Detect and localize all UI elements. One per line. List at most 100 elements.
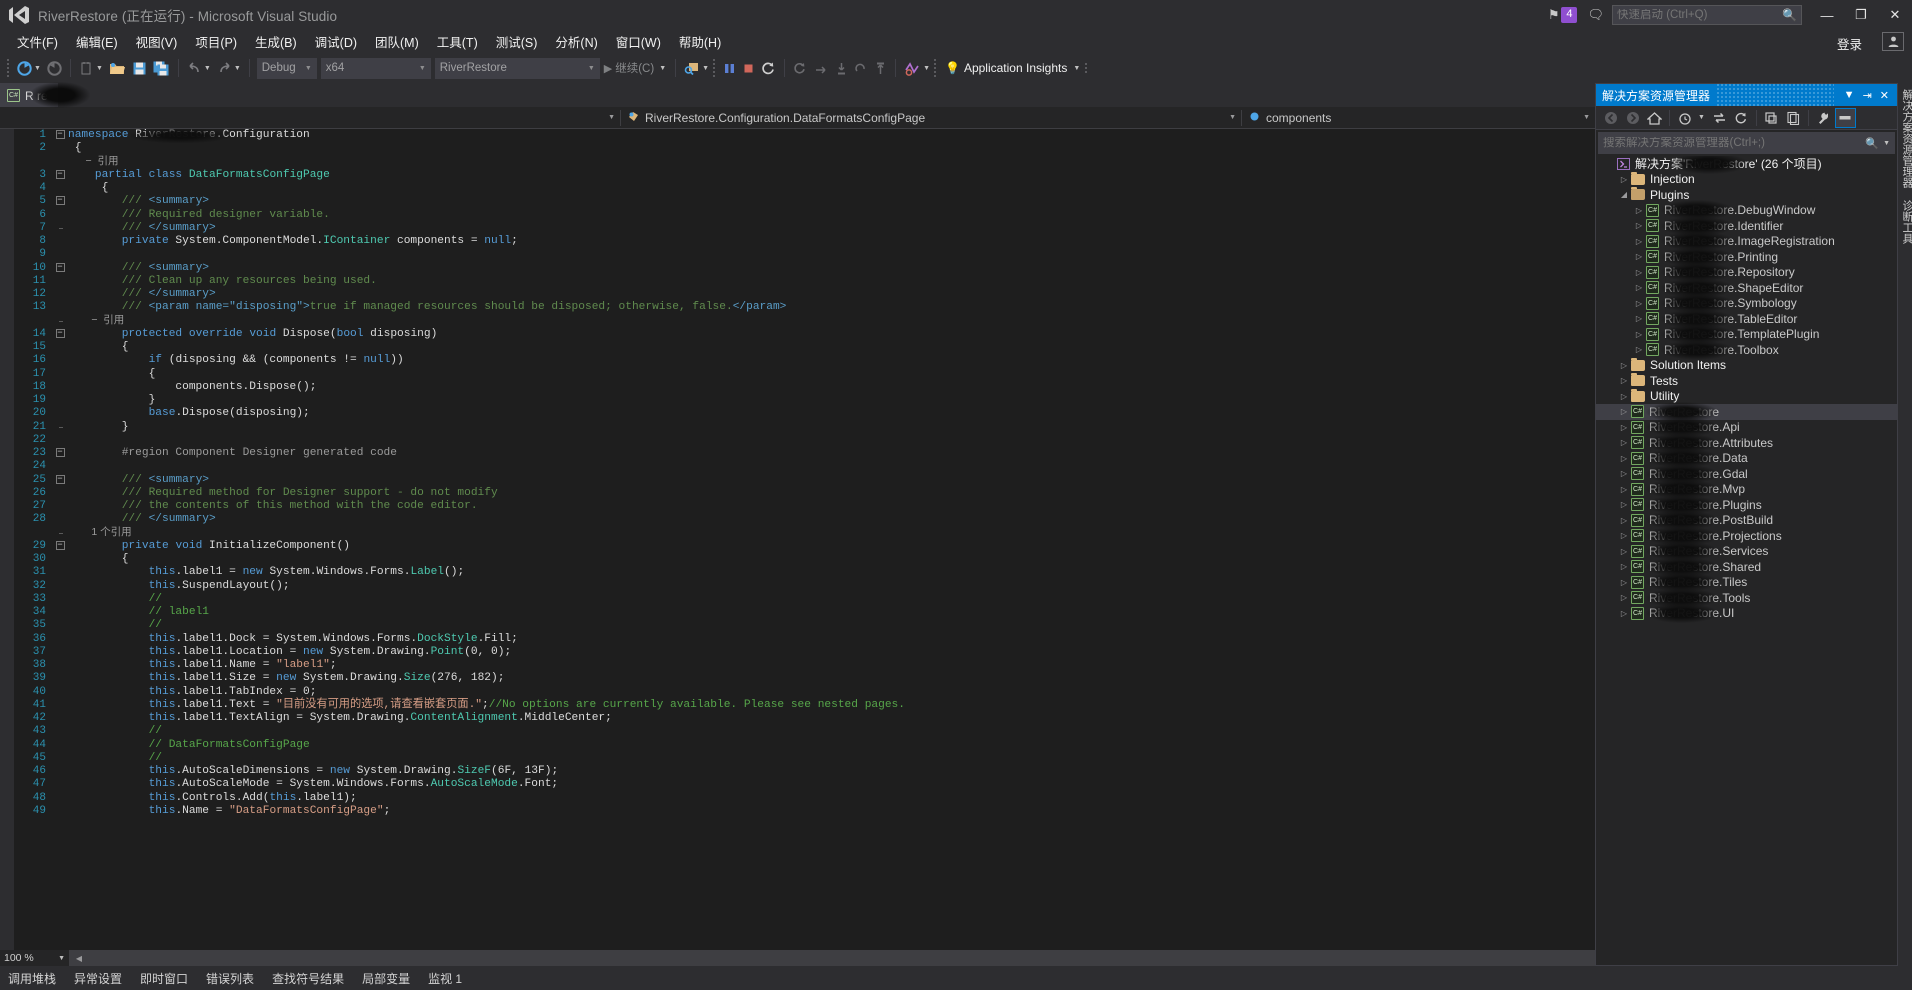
expand-arrow-icon[interactable]: ▷ <box>1617 609 1631 618</box>
expand-arrow-icon[interactable]: ▷ <box>1632 345 1646 354</box>
collapse-icon[interactable]: − <box>55 130 65 139</box>
step-into-button[interactable] <box>832 56 851 80</box>
nav-project-dropdown[interactable]: ▼ <box>0 107 620 129</box>
tree-item[interactable]: ▷ C# RiverRestore.UI <box>1596 603 1897 624</box>
tree-item[interactable]: ◢ Plugins <box>1596 187 1897 203</box>
tree-item[interactable]: ▷ C# RiverRestore.Gdal <box>1596 463 1897 484</box>
expand-arrow-icon[interactable]: ▷ <box>1632 206 1646 215</box>
tree-item[interactable]: ▷ C# RiverRestore.Data <box>1596 448 1897 469</box>
nav-member-dropdown[interactable]: components ▼ <box>1242 107 1595 129</box>
stop-debugging-button[interactable] <box>739 56 758 80</box>
expand-arrow-icon[interactable]: ▷ <box>1632 283 1646 292</box>
tree-item[interactable]: ▷ C# RiverRestore.Attributes <box>1596 432 1897 453</box>
chevron-down-icon[interactable]: ▼ <box>1883 140 1890 147</box>
tab-watch-1[interactable]: 监视 1 <box>428 970 462 987</box>
editor-zoom-control[interactable]: 100 % ▼ <box>0 950 70 966</box>
menu-debug[interactable]: 调试(D) <box>306 30 366 53</box>
home-icon[interactable] <box>1644 108 1665 128</box>
tree-item[interactable]: ▷ C# RiverRestore.Printing <box>1596 246 1897 267</box>
chevron-down-icon[interactable]: ▼ <box>1229 114 1236 121</box>
collapse-all-icon[interactable] <box>1761 108 1782 128</box>
expand-arrow-icon[interactable]: ▷ <box>1617 547 1631 556</box>
tab-exception-settings[interactable]: 异常设置 <box>74 970 122 987</box>
expand-arrow-icon[interactable]: ▷ <box>1632 268 1646 277</box>
restart-button[interactable] <box>758 56 779 80</box>
show-all-files-icon[interactable] <box>1783 108 1804 128</box>
tree-item[interactable]: ▷ C# RiverRestore <box>1596 401 1897 422</box>
quick-launch-input[interactable] <box>1617 9 1783 21</box>
chevron-down-icon[interactable]: ▼ <box>608 114 615 121</box>
tree-item[interactable]: ▷ C# RiverRestore.ShapeEditor <box>1596 277 1897 298</box>
expand-arrow-icon[interactable]: ▷ <box>1632 252 1646 261</box>
send-feedback-icon[interactable]: 🗨 <box>1587 7 1604 23</box>
tree-item[interactable]: ▷ Tests <box>1596 373 1897 389</box>
tab-call-stack[interactable]: 调用堆栈 <box>8 970 56 987</box>
step-up-button[interactable] <box>871 56 890 80</box>
outlining-margin[interactable]: − <box>52 540 68 553</box>
chevron-down-icon[interactable]: ▼ <box>58 955 65 962</box>
redo-button[interactable]: ▼ <box>214 56 244 80</box>
expand-arrow-icon[interactable]: ▷ <box>1617 376 1631 385</box>
sign-in-button[interactable]: 登录 <box>1831 32 1868 55</box>
chevron-down-icon[interactable]: ▼ <box>96 65 103 72</box>
expand-arrow-icon[interactable]: ▷ <box>1617 175 1631 184</box>
tree-item[interactable]: ▷ C# RiverRestore.Tiles <box>1596 572 1897 593</box>
collapse-icon[interactable]: − <box>55 474 65 484</box>
expand-arrow-icon[interactable]: ▷ <box>1632 314 1646 323</box>
restore-button[interactable]: ❐ <box>1844 2 1878 28</box>
tree-item[interactable]: ▷ C# RiverRestore.TemplatePlugin <box>1596 324 1897 345</box>
title-drag-dots[interactable] <box>1716 84 1834 106</box>
minimize-button[interactable]: — <box>1810 2 1844 28</box>
tree-item[interactable]: ▷ C# RiverRestore.TableEditor <box>1596 308 1897 329</box>
editor-horizontal-scrollbar[interactable] <box>0 950 1595 966</box>
tree-item[interactable]: ▷ C# RiverRestore.Plugins <box>1596 494 1897 515</box>
pin-icon[interactable]: ⇥ <box>1859 89 1876 102</box>
menu-test[interactable]: 测试(S) <box>487 30 547 53</box>
expand-arrow-icon[interactable]: ▷ <box>1617 578 1631 587</box>
break-all-button[interactable] <box>720 56 739 80</box>
document-tab-designer-cs[interactable]: C# R re <box>0 82 90 108</box>
toolbar-grip[interactable] <box>712 59 718 77</box>
continue-button[interactable]: ▶ 继续(C) ▼ <box>600 60 670 76</box>
collapse-icon[interactable]: − <box>55 540 65 550</box>
open-file-button[interactable] <box>106 56 129 80</box>
menu-build[interactable]: 生成(B) <box>246 30 306 53</box>
expand-arrow-icon[interactable]: ▷ <box>1617 423 1631 432</box>
expand-arrow-icon[interactable]: ▷ <box>1617 438 1631 447</box>
chevron-down-icon[interactable]: ▼ <box>305 65 312 72</box>
solution-configuration-combo[interactable]: Debug ▼ <box>256 57 317 79</box>
back-icon[interactable] <box>1600 108 1621 128</box>
navigate-forward-button[interactable] <box>44 56 65 80</box>
chevron-down-icon[interactable]: ▼ <box>659 65 666 72</box>
expand-arrow-icon[interactable]: ▷ <box>1632 237 1646 246</box>
outlining-margin[interactable]: − <box>52 262 68 275</box>
tree-item[interactable]: ▷ C# RiverRestore.Toolbox <box>1596 339 1897 360</box>
chevron-down-icon[interactable]: ▼ <box>702 65 709 72</box>
application-insights-button[interactable]: 💡 Application Insights ▼ <box>941 61 1084 75</box>
docked-tab-solution-explorer[interactable]: 解决方案资源管理器 <box>1898 83 1912 194</box>
tab-error-list[interactable]: 错误列表 <box>206 970 254 987</box>
docked-tab-diagnostic-tools[interactable]: 诊断工具 <box>1898 194 1912 250</box>
tree-item[interactable]: ▷ C# RiverRestore.PostBuild <box>1596 510 1897 531</box>
menu-project[interactable]: 项目(P) <box>186 30 246 53</box>
close-button[interactable]: ✕ <box>1878 2 1912 28</box>
outlining-margin[interactable]: − <box>52 169 68 182</box>
tree-item[interactable]: ▷ C# RiverRestore.Symbology <box>1596 293 1897 314</box>
expand-arrow-icon[interactable]: ▷ <box>1617 500 1631 509</box>
tree-item[interactable]: ▷ Utility <box>1596 388 1897 405</box>
expand-arrow-icon[interactable]: ▷ <box>1632 299 1646 308</box>
save-button[interactable] <box>129 56 150 80</box>
code-editor[interactable]: 1− namespace RiverRestore .Configuration 2 … <box>0 129 1595 966</box>
collapse-icon[interactable]: − <box>55 328 65 338</box>
refresh-icon[interactable] <box>1731 108 1752 128</box>
expand-arrow-icon[interactable]: ▷ <box>1617 516 1631 525</box>
tab-immediate-window[interactable]: 即时窗口 <box>140 970 188 987</box>
close-icon[interactable]: ✕ <box>1876 89 1893 102</box>
tab-locals[interactable]: 局部变量 <box>362 970 410 987</box>
toolbar-grip[interactable] <box>6 59 12 77</box>
tree-item[interactable]: 解决方案'RiverRestore' (26 个项目) <box>1596 156 1897 174</box>
collapse-icon[interactable]: − <box>55 169 65 179</box>
tree-item[interactable]: ▷ Solution Items <box>1596 357 1897 374</box>
outlining-margin[interactable]: − <box>52 328 68 341</box>
tree-item[interactable]: ▷ C# RiverRestore.Mvp <box>1596 479 1897 500</box>
